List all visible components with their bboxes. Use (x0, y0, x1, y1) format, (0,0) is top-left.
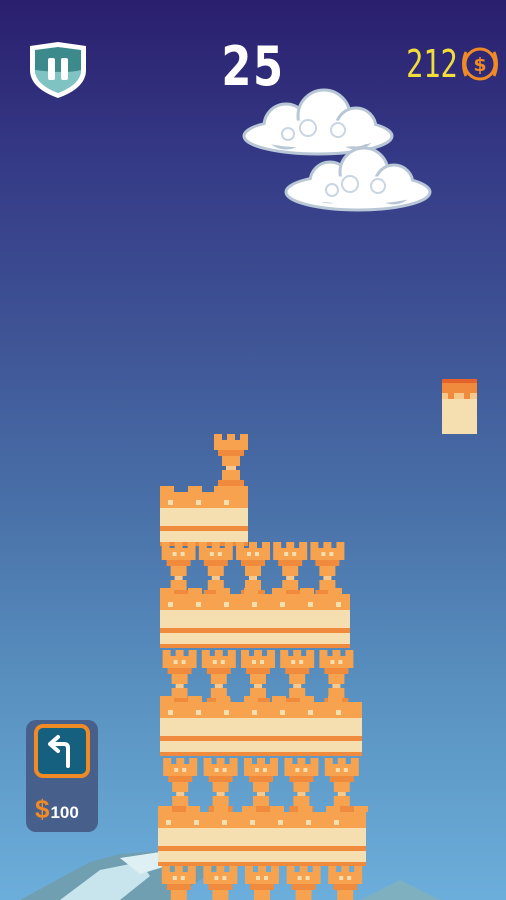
undo-button[interactable] (34, 724, 90, 778)
tower-pillar (284, 758, 319, 812)
tower-pillar-row (161, 542, 345, 596)
tower-turret (214, 434, 248, 486)
dollar-coin-icon: $ (462, 47, 498, 81)
tower-pillar (328, 866, 363, 900)
tower-pillar (203, 758, 238, 812)
undo-price: $ 100 (35, 794, 79, 825)
tower-pillar (161, 866, 196, 900)
tower-pillar (198, 542, 233, 596)
tower-pillar (319, 650, 354, 704)
dollar-sign: $ (35, 794, 50, 824)
tower-pillar-row (163, 758, 359, 812)
svg-text:$: $ (473, 54, 486, 76)
tower-pillar (236, 542, 270, 596)
tower-pillar (244, 758, 278, 812)
game-screen[interactable]: 25 212 $ $ 100 (0, 0, 506, 900)
tower-pillar (280, 650, 315, 704)
tower-pillar-row (162, 650, 354, 704)
undo-price-value: 100 (50, 803, 79, 822)
coin-display: 212 $ (389, 44, 500, 84)
tower-pillar-row (161, 866, 363, 900)
tower-pillar (241, 650, 275, 704)
tower-pillar (324, 758, 359, 812)
falling-block[interactable] (442, 379, 477, 434)
tower-pillar (161, 542, 196, 596)
tower-pillar (245, 866, 279, 900)
undo-panel: $ 100 (26, 720, 98, 832)
tower-pillar (163, 758, 198, 812)
tower-pillar (310, 542, 345, 596)
tower-pillar (201, 650, 236, 704)
coin-count: 212 (406, 42, 458, 86)
tower-pillar (162, 650, 197, 704)
tower-pillar (273, 542, 308, 596)
tower-pillar (286, 866, 321, 900)
undo-arrow-icon (48, 735, 70, 768)
tower-pillar (203, 866, 238, 900)
